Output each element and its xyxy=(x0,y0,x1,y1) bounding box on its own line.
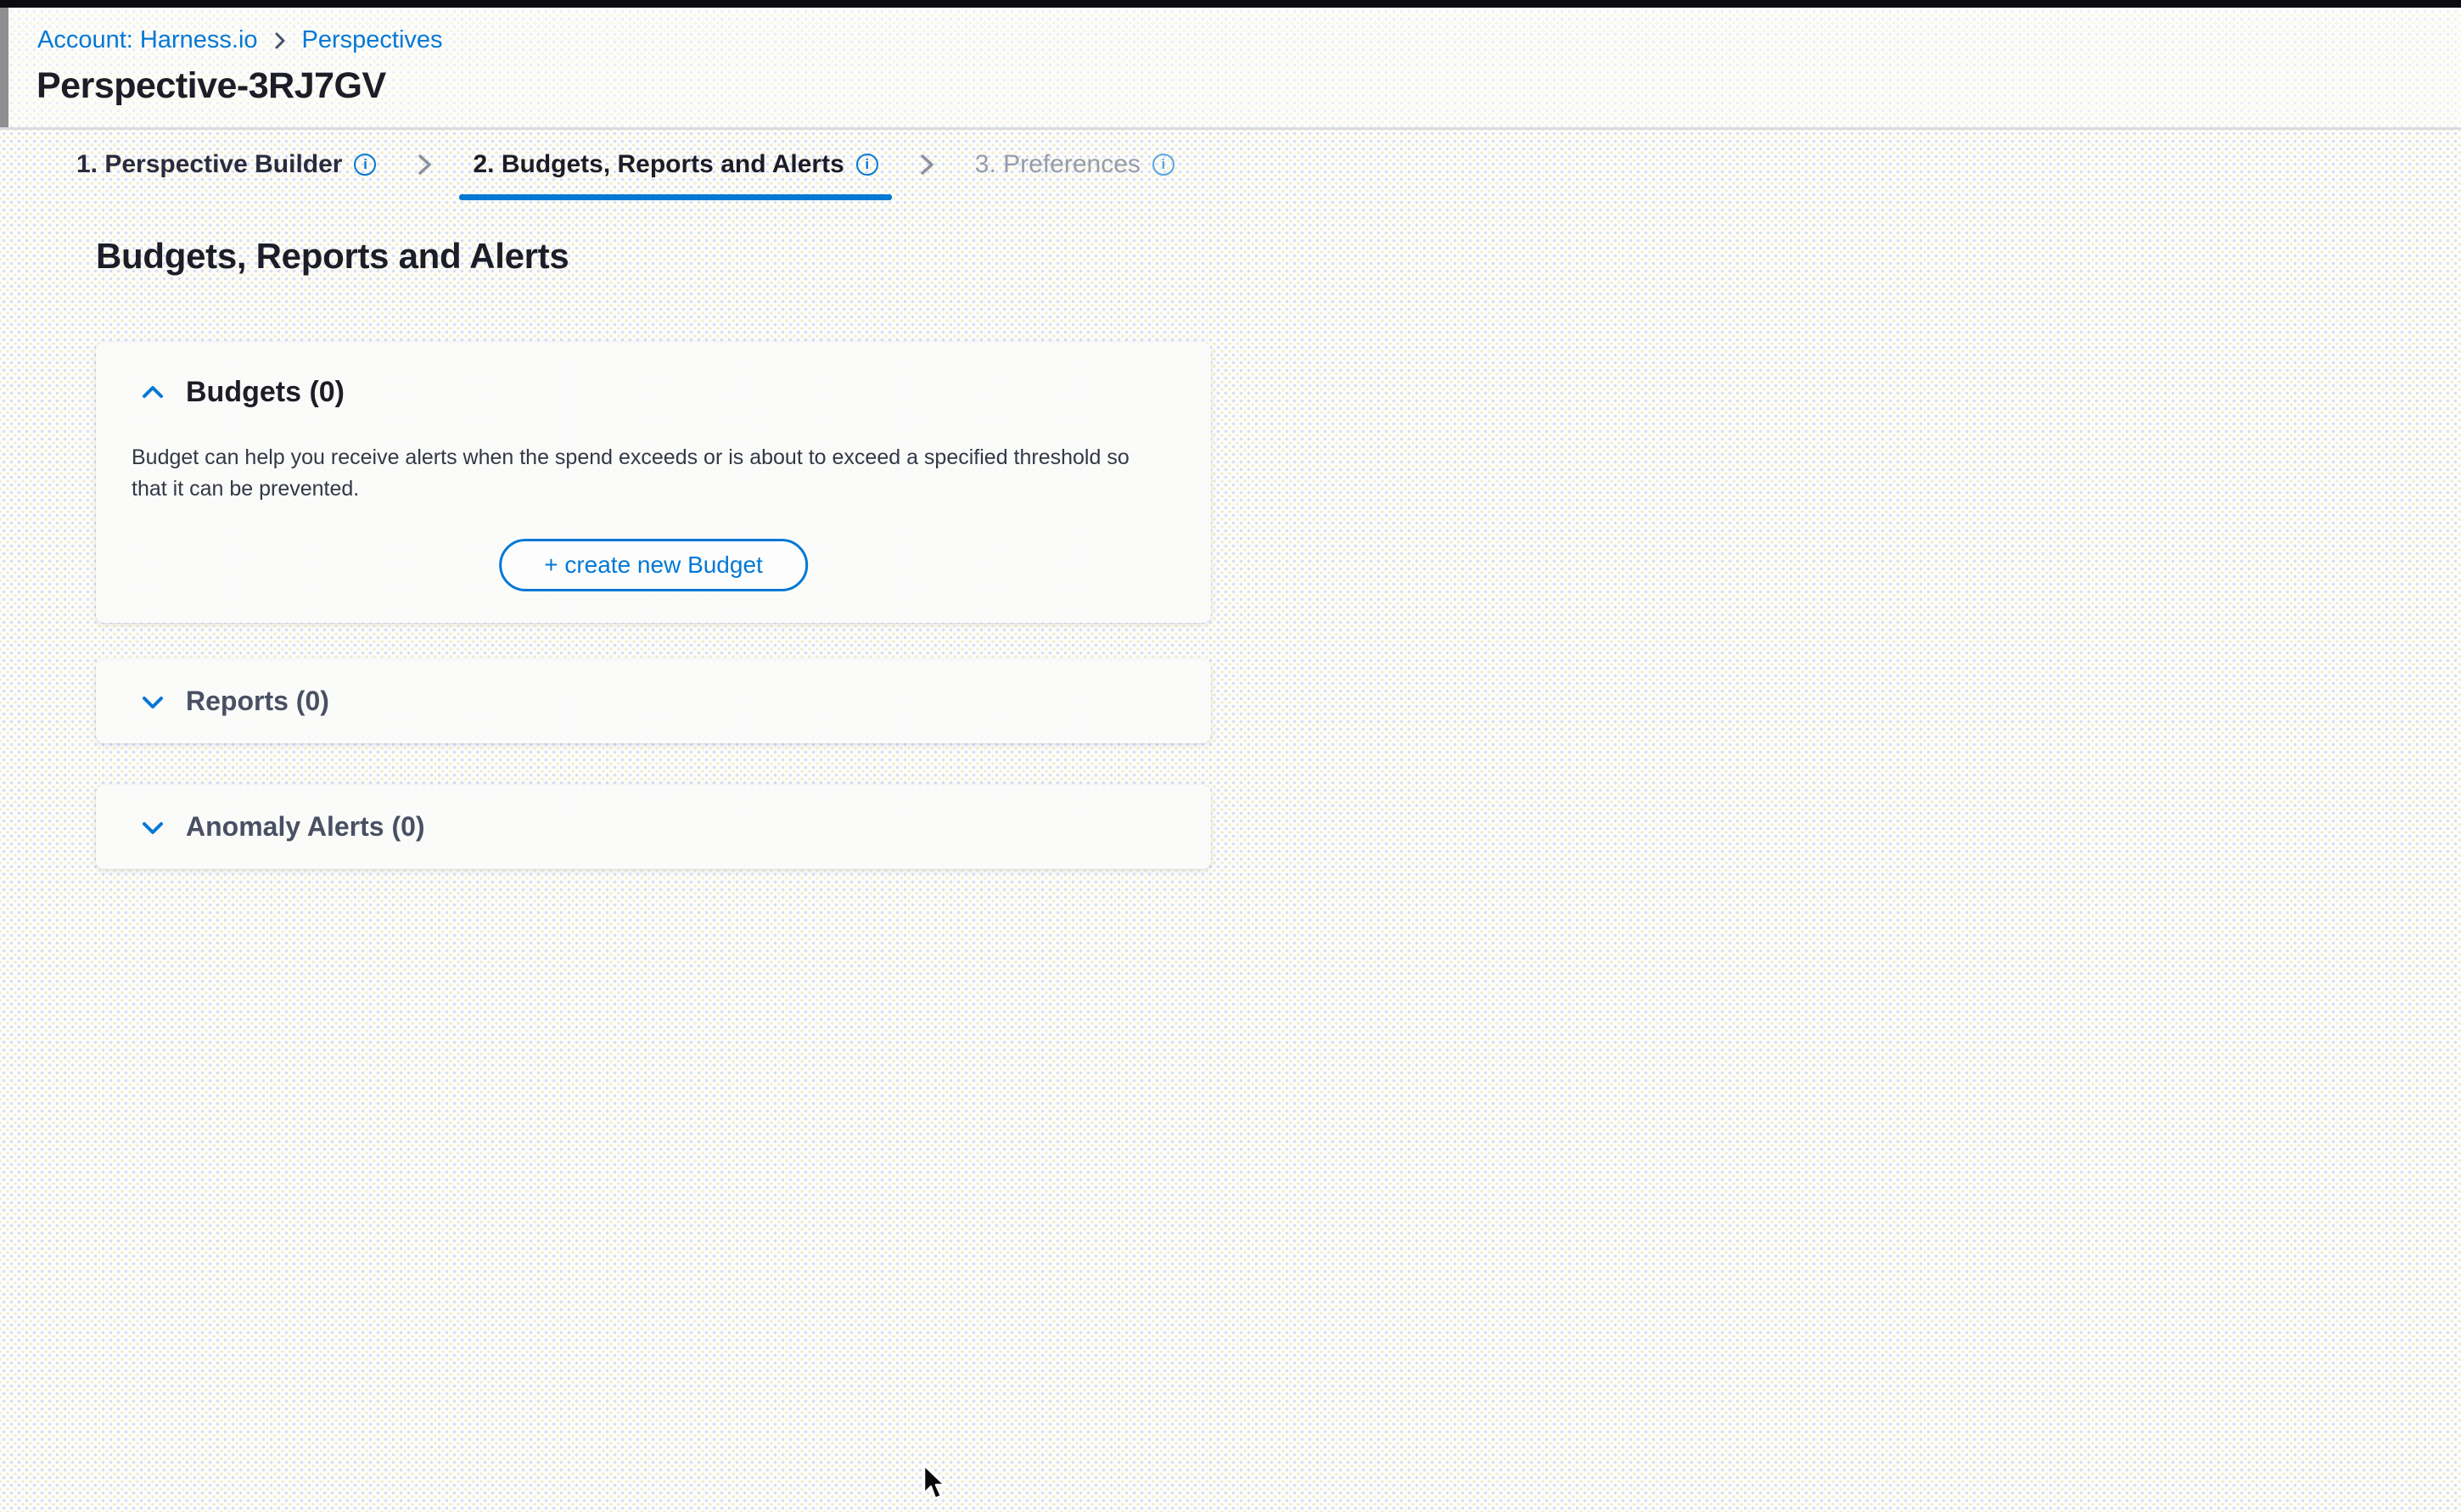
chevron-right-icon xyxy=(413,149,435,180)
breadcrumb-chevron-icon xyxy=(272,31,289,51)
budgets-card: Budgets (0) Budget can help you receive … xyxy=(96,342,1211,623)
budgets-card-title: Budgets (0) xyxy=(186,376,345,409)
reports-card-title: Reports (0) xyxy=(186,686,329,717)
wizard-steps: 1. Perspective Builder 2. Budgets, Repor… xyxy=(76,149,1174,180)
anomaly-alerts-card-title: Anomaly Alerts (0) xyxy=(186,811,425,843)
info-icon[interactable] xyxy=(354,154,376,176)
chevron-right-icon xyxy=(916,149,938,180)
budgets-card-header[interactable]: Budgets (0) xyxy=(138,376,345,409)
breadcrumb-account-link[interactable]: Account: Harness.io xyxy=(37,26,258,54)
page-header: Account: Harness.io Perspectives Perspec… xyxy=(0,8,2461,127)
tab-perspective-builder[interactable]: 1. Perspective Builder xyxy=(76,149,376,180)
create-new-budget-button[interactable]: + create new Budget xyxy=(499,539,808,591)
tab-preferences[interactable]: 3. Preferences xyxy=(975,149,1174,180)
top-edge-bar xyxy=(0,0,2461,8)
section-heading: Budgets, Reports and Alerts xyxy=(96,236,569,277)
anomaly-alerts-card-header[interactable]: Anomaly Alerts (0) xyxy=(138,785,425,869)
page-title: Perspective-3RJ7GV xyxy=(36,65,386,107)
budgets-description: Budget can help you receive alerts when … xyxy=(132,442,1165,505)
chevron-up-icon[interactable] xyxy=(138,380,167,406)
tab-perspective-builder-label: 1. Perspective Builder xyxy=(76,149,342,180)
tab-budgets-reports-alerts-label: 2. Budgets, Reports and Alerts xyxy=(473,149,844,180)
app-window: Account: Harness.io Perspectives Perspec… xyxy=(0,0,2461,1512)
info-icon[interactable] xyxy=(856,154,878,176)
reports-card-header[interactable]: Reports (0) xyxy=(138,659,329,743)
info-icon[interactable] xyxy=(1152,154,1174,176)
chevron-down-icon[interactable] xyxy=(138,689,167,714)
breadcrumb: Account: Harness.io Perspectives xyxy=(37,26,443,54)
tab-budgets-reports-alerts[interactable]: 2. Budgets, Reports and Alerts xyxy=(473,149,877,180)
reports-card: Reports (0) xyxy=(96,659,1211,743)
anomaly-alerts-card: Anomaly Alerts (0) xyxy=(96,785,1211,869)
chevron-down-icon[interactable] xyxy=(138,815,167,840)
tab-preferences-label: 3. Preferences xyxy=(975,149,1141,180)
mouse-pointer-icon xyxy=(922,1464,950,1506)
breadcrumb-perspectives-link[interactable]: Perspectives xyxy=(302,26,443,54)
header-divider xyxy=(0,127,2461,130)
